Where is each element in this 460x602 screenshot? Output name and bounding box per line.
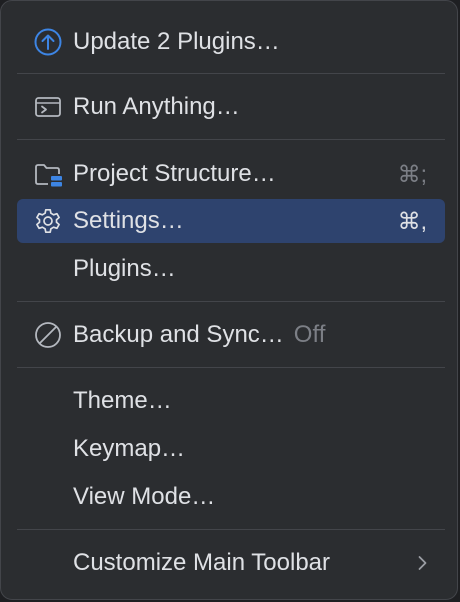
chevron-right-icon xyxy=(413,554,431,572)
menu-item-label: Settings… xyxy=(73,207,184,234)
keyboard-shortcut: ⌘, xyxy=(397,208,427,234)
main-menu-popup: Update 2 Plugins… Run Anything… Project … xyxy=(0,0,458,600)
menu-item-plugins[interactable]: Plugins… xyxy=(17,247,445,291)
disabled-circle-icon xyxy=(33,321,63,349)
menu-item-label-text: Backup and Sync… xyxy=(73,321,284,348)
menu-item-settings[interactable]: Settings… ⌘, xyxy=(17,199,445,243)
menu-separator xyxy=(17,139,445,140)
menu-item-label: Theme… xyxy=(73,387,172,414)
menu-item-theme[interactable]: Theme… xyxy=(17,379,445,423)
menu-item-backup-sync[interactable]: Backup and Sync… Off xyxy=(17,313,445,357)
menu-item-label: Keymap… xyxy=(73,435,186,462)
menu-separator xyxy=(17,367,445,368)
menu-separator xyxy=(17,301,445,302)
menu-separator xyxy=(17,529,445,530)
menu-item-customize-toolbar[interactable]: Customize Main Toolbar xyxy=(17,541,445,585)
menu-item-view-mode[interactable]: View Mode… xyxy=(17,475,445,519)
gear-icon xyxy=(33,207,63,235)
menu-separator xyxy=(17,73,445,74)
menu-item-label: Customize Main Toolbar xyxy=(73,549,331,576)
menu-item-label: Backup and Sync… Off xyxy=(73,313,325,357)
sync-status: Off xyxy=(293,321,326,348)
menu-item-label: Update 2 Plugins… xyxy=(73,28,280,55)
keyboard-shortcut: ⌘; xyxy=(397,161,427,187)
menu-item-keymap[interactable]: Keymap… xyxy=(17,427,445,471)
menu-item-project-structure[interactable]: Project Structure… ⌘; xyxy=(17,152,445,196)
menu-item-label: Run Anything… xyxy=(73,93,240,120)
terminal-window-icon xyxy=(33,93,63,121)
menu-item-label: View Mode… xyxy=(73,483,216,510)
menu-item-run-anything[interactable]: Run Anything… xyxy=(17,85,445,129)
menu-item-label: Plugins… xyxy=(73,255,176,282)
menu-item-update-plugins[interactable]: Update 2 Plugins… xyxy=(17,20,445,64)
arrow-up-circle-icon xyxy=(33,28,63,56)
menu-item-label: Project Structure… xyxy=(73,160,276,187)
folder-settings-icon xyxy=(33,160,63,188)
